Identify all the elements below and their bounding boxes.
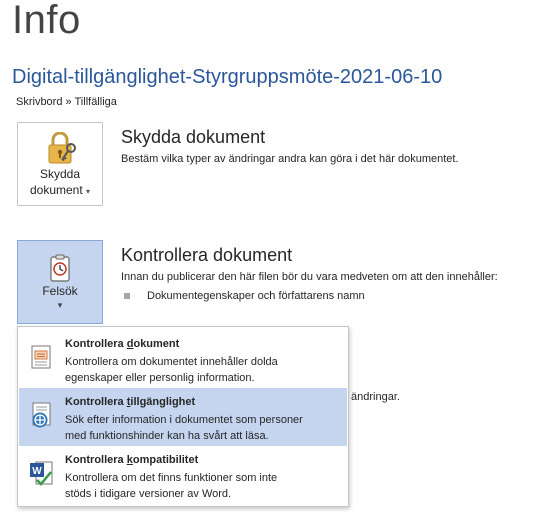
inspect-heading: Kontrollera dokument [121,245,293,265]
menu-item-title: Kontrollera dokument [65,338,180,350]
menu-item-inspect-document[interactable]: Kontrollera dokument Kontrollera om doku… [19,330,347,388]
menu-item-description: Sök efter information i dokumentet som p… [65,414,303,442]
protect-button-label-1: Skydda [39,167,81,181]
inspect-partial-text: ändringar. [351,391,400,403]
svg-text:W: W [32,466,42,477]
chevron-down-icon: ▾ [86,187,91,196]
accessibility-icon [29,401,55,429]
check-for-issues-button[interactable]: Felsök ▾ [17,240,103,324]
check-for-issues-label: Felsök [42,284,78,298]
breadcrumb[interactable]: Skrivbord » Tillfälliga [16,96,117,108]
inspect-document-icon [29,343,55,371]
word-compatibility-icon: W [29,459,55,487]
document-title: Digital-tillgänglighet-Styrgruppsmöte-20… [12,66,443,88]
inspect-bullet-text: Dokumentegenskaper och författarens namn [147,290,365,302]
inspect-bullet: Dokumentegenskaper och författarens namn [124,290,365,302]
inspect-description: Innan du publicerar den här filen bör du… [121,271,498,283]
bullet-icon [124,293,130,299]
protect-button-label-2: dokument [29,183,83,197]
chevron-down-icon: ▾ [57,300,63,310]
menu-item-check-accessibility[interactable]: Kontrollera tillgänglighet Sök efter inf… [19,388,347,446]
page-title: Info [12,0,81,42]
menu-item-title: Kontrollera tillgänglighet [65,396,196,408]
protect-description: Bestäm vilka typer av ändringar andra ka… [121,153,459,165]
menu-item-check-compatibility[interactable]: W Kontrollera kompatibilitet Kontrollera… [19,446,347,504]
protect-document-button[interactable]: Skydda dokument ▾ [17,122,103,206]
inspect-clipboard-icon [44,253,76,283]
lock-key-icon [40,131,80,166]
menu-item-title: Kontrollera kompatibilitet [65,454,199,466]
check-for-issues-menu: Kontrollera dokument Kontrollera om doku… [17,326,349,507]
protect-heading: Skydda dokument [121,127,266,147]
menu-item-description: Kontrollera om dokumentet innehåller dol… [65,356,278,384]
menu-item-description: Kontrollera om det finns funktioner som … [65,472,278,500]
